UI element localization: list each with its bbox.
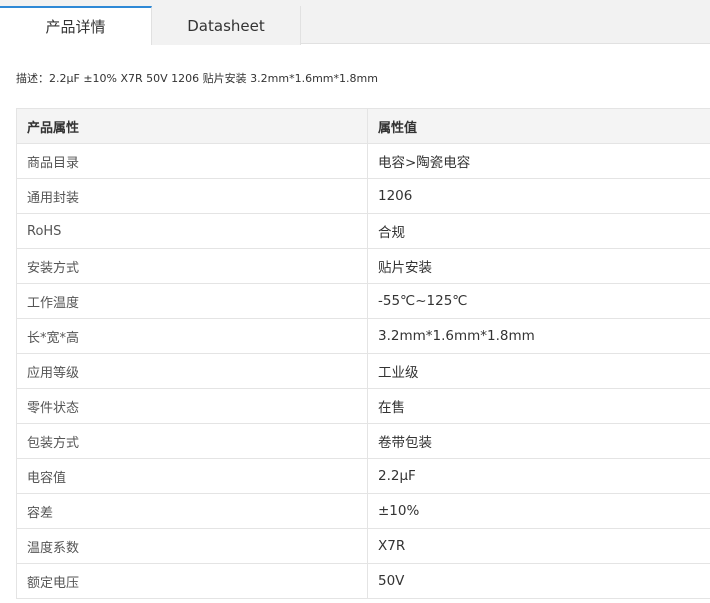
attribute-value: 1206 <box>367 178 710 214</box>
attribute-value: 电容>陶瓷电容 <box>367 143 710 179</box>
table-row: 商品目录 电容>陶瓷电容 <box>16 143 710 179</box>
attribute-value: 合规 <box>367 213 710 249</box>
attribute-name: 温度系数 <box>16 528 368 564</box>
attribute-name: 应用等级 <box>16 353 368 389</box>
attribute-name: 商品目录 <box>16 143 368 179</box>
table-row: 包装方式 卷带包装 <box>16 423 710 459</box>
attribute-name: 安装方式 <box>16 248 368 284</box>
attribute-name: 零件状态 <box>16 388 368 424</box>
attribute-name: 包装方式 <box>16 423 368 459</box>
product-description: 描述：2.2μF ±10% X7R 50V 1206 贴片安装 3.2mm*1.… <box>16 72 378 85</box>
header-value: 属性值 <box>367 108 710 144</box>
table-row: 容差 ±10% <box>16 493 710 529</box>
attribute-name: 通用封装 <box>16 178 368 214</box>
table-row: 工作温度 -55℃~125℃ <box>16 283 710 319</box>
attribute-value: X7R <box>367 528 710 564</box>
table-row: 通用封装 1206 <box>16 178 710 214</box>
table-row: 安装方式 贴片安装 <box>16 248 710 284</box>
table-body: 商品目录 电容>陶瓷电容 通用封装 1206 RoHS 合规 安装方式 贴片安装 工作温度 -55… <box>16 143 710 599</box>
attribute-value: ±10% <box>367 493 710 529</box>
attribute-value: 贴片安装 <box>367 248 710 284</box>
table-row: RoHS 合规 <box>16 213 710 249</box>
attribute-name: 容差 <box>16 493 368 529</box>
attribute-name: 电容值 <box>16 458 368 494</box>
table-header-row: 产品属性 属性值 <box>16 108 710 144</box>
attribute-name: 长*宽*高 <box>16 318 368 354</box>
header-attribute: 产品属性 <box>16 108 368 144</box>
attribute-name: RoHS <box>16 213 368 249</box>
attribute-value: 50V <box>367 563 710 599</box>
table-row: 应用等级 工业级 <box>16 353 710 389</box>
attribute-value: -55℃~125℃ <box>367 283 710 319</box>
attribute-name: 额定电压 <box>16 563 368 599</box>
attribute-value: 工业级 <box>367 353 710 389</box>
table-row: 长*宽*高 3.2mm*1.6mm*1.8mm <box>16 318 710 354</box>
table-row: 温度系数 X7R <box>16 528 710 564</box>
table-row: 电容值 2.2μF <box>16 458 710 494</box>
attribute-name: 工作温度 <box>16 283 368 319</box>
attribute-value: 2.2μF <box>367 458 710 494</box>
table-row: 零件状态 在售 <box>16 388 710 424</box>
tab-bar: 产品详情 Datasheet <box>0 0 710 45</box>
attributes-table: 产品属性 属性值 商品目录 电容>陶瓷电容 通用封装 1206 RoHS 合规 安装方式 贴片… <box>16 108 710 599</box>
attribute-value: 卷带包装 <box>367 423 710 459</box>
tab-datasheet[interactable]: Datasheet <box>152 6 301 45</box>
table-row: 额定电压 50V <box>16 563 710 599</box>
attribute-value: 3.2mm*1.6mm*1.8mm <box>367 318 710 354</box>
attribute-value: 在售 <box>367 388 710 424</box>
tab-product-details[interactable]: 产品详情 <box>0 6 152 45</box>
